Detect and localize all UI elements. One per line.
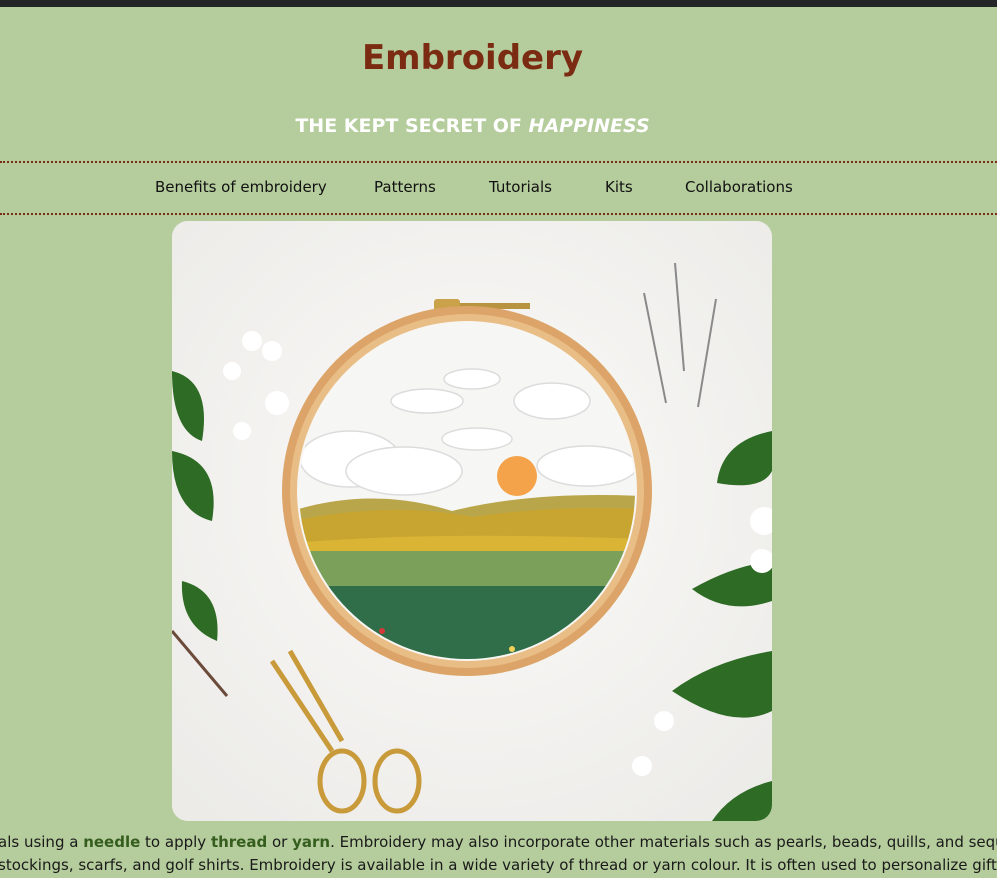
browser-top-bar bbox=[0, 0, 997, 7]
intro-text: als using a bbox=[0, 833, 84, 851]
sun bbox=[497, 456, 537, 496]
intro-line-2: stockings, scarfs, and golf shirts. Embr… bbox=[0, 856, 997, 874]
intro-text: or bbox=[267, 833, 293, 851]
link-thread[interactable]: thread bbox=[211, 833, 267, 851]
embroidery-hoop-image bbox=[172, 221, 772, 821]
intro-line-1: als using a needle to apply thread or ya… bbox=[0, 831, 997, 853]
intro-text: to apply bbox=[140, 833, 211, 851]
nav-item-kits[interactable]: Kits bbox=[605, 178, 633, 196]
subtitle-text: THE KEPT SECRET OF bbox=[295, 115, 529, 137]
nav-item-patterns[interactable]: Patterns bbox=[374, 178, 436, 196]
page-subtitle: THE KEPT SECRET OF HAPPINESS bbox=[0, 115, 945, 137]
nav-item-collaborations[interactable]: Collaborations bbox=[685, 178, 793, 196]
nav-item-tutorials[interactable]: Tutorials bbox=[489, 178, 552, 196]
hero-image bbox=[172, 221, 772, 821]
subtitle-emphasis: HAPPINESS bbox=[528, 115, 650, 137]
link-yarn[interactable]: yarn bbox=[292, 833, 330, 851]
nav-item-benefits[interactable]: Benefits of embroidery bbox=[155, 178, 327, 196]
main-nav: Benefits of embroidery Patterns Tutorial… bbox=[0, 161, 997, 215]
intro-text: . Embroidery may also incorporate other … bbox=[330, 833, 997, 851]
page-title: Embroidery bbox=[361, 38, 584, 78]
link-needle[interactable]: needle bbox=[83, 833, 140, 851]
